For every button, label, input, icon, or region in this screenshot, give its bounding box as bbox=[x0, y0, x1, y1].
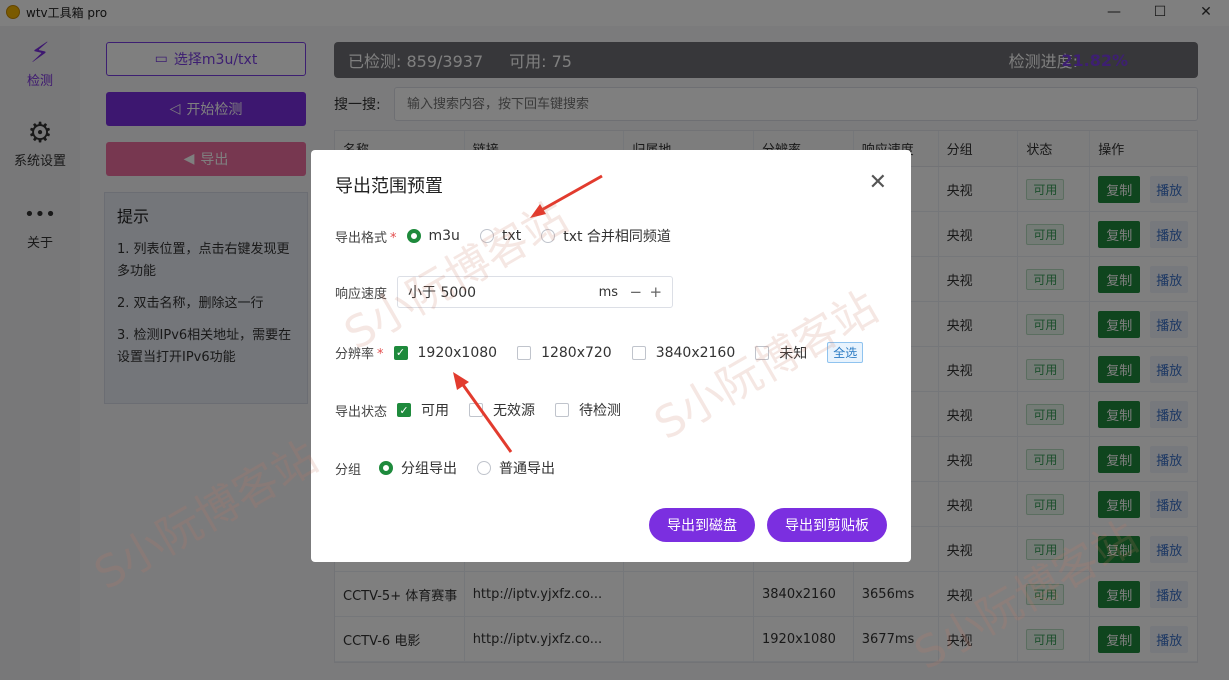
annotation-arrow-icon bbox=[530, 174, 603, 218]
state-option-pending[interactable]: 待检测 bbox=[555, 400, 621, 420]
group-label: 分组 bbox=[335, 462, 362, 478]
option-label: 1280x720 bbox=[541, 344, 612, 361]
format-row: 导出格式 * m3u txt txt 合并相同频道 bbox=[335, 226, 691, 246]
res-option-1920[interactable]: ✓ 1920x1080 bbox=[393, 344, 498, 361]
format-option-txt[interactable]: txt bbox=[479, 228, 522, 244]
option-label: 分组导出 bbox=[401, 461, 458, 477]
option-label: 3840x2160 bbox=[655, 344, 736, 361]
radio-icon bbox=[541, 229, 556, 243]
speed-row: 响应速度 小于 5000 ms − + bbox=[335, 276, 674, 308]
speed-input[interactable]: 小于 5000 ms − + bbox=[397, 276, 674, 308]
group-row: 分组 分组导出 普通导出 bbox=[335, 458, 575, 478]
speed-label: 响应速度 bbox=[335, 286, 388, 302]
speed-unit: ms bbox=[598, 284, 619, 300]
format-label: 导出格式 * bbox=[335, 230, 397, 246]
minus-icon[interactable]: − bbox=[629, 283, 642, 301]
resolution-label: 分辨率 * bbox=[335, 347, 384, 362]
res-option-unknown[interactable]: 未知 bbox=[755, 343, 807, 363]
checkbox-icon bbox=[631, 345, 646, 360]
checkbox-icon bbox=[555, 403, 570, 417]
option-label: m3u bbox=[428, 228, 460, 244]
radio-icon bbox=[477, 461, 492, 475]
plus-icon[interactable]: + bbox=[649, 283, 662, 301]
speed-value: 小于 5000 bbox=[408, 285, 477, 301]
state-label: 导出状态 bbox=[335, 404, 388, 420]
close-icon[interactable]: ✕ bbox=[869, 170, 887, 195]
option-label: 普通导出 bbox=[499, 461, 556, 477]
option-label: txt bbox=[501, 228, 522, 244]
select-all-button[interactable]: 全选 bbox=[827, 342, 864, 363]
radio-icon bbox=[479, 229, 494, 243]
state-option-available[interactable]: ✓ 可用 bbox=[397, 400, 449, 420]
option-label: 1920x1080 bbox=[417, 344, 498, 361]
resolution-label-text: 分辨率 bbox=[335, 347, 375, 362]
format-option-m3u[interactable]: m3u bbox=[406, 228, 460, 244]
radio-icon bbox=[379, 461, 394, 475]
option-label: 待检测 bbox=[579, 403, 622, 419]
option-label: 未知 bbox=[779, 345, 808, 362]
checkbox-icon bbox=[755, 345, 770, 360]
format-label-text: 导出格式 bbox=[335, 230, 388, 246]
export-to-disk-button[interactable]: 导出到磁盘 bbox=[649, 508, 755, 542]
resolution-row: 分辨率 * ✓ 1920x1080 1280x720 3840x2160 未知 全选 bbox=[335, 342, 864, 363]
dialog-title: 导出范围预置 bbox=[335, 176, 443, 197]
export-to-clipboard-button[interactable]: 导出到剪贴板 bbox=[767, 508, 887, 542]
group-option-grouped[interactable]: 分组导出 bbox=[379, 458, 457, 478]
res-option-1280[interactable]: 1280x720 bbox=[517, 345, 612, 361]
checkbox-checked-icon: ✓ bbox=[393, 345, 408, 360]
export-preset-dialog: 导出范围预置 ✕ 导出格式 * m3u txt txt 合并相同频道 响应速度 小… bbox=[311, 150, 911, 562]
checkbox-checked-icon: ✓ bbox=[397, 403, 412, 417]
res-option-3840[interactable]: 3840x2160 bbox=[631, 344, 736, 361]
radio-icon bbox=[406, 229, 421, 243]
checkbox-icon bbox=[517, 345, 532, 360]
group-option-normal[interactable]: 普通导出 bbox=[477, 458, 555, 478]
annotation-arrow-icon bbox=[453, 372, 513, 453]
